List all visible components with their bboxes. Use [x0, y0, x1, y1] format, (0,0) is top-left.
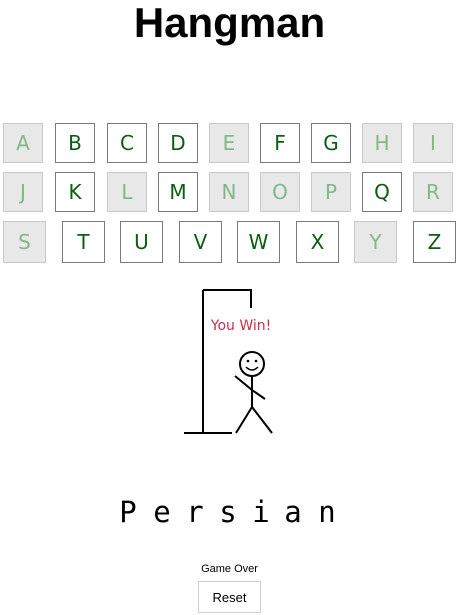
letter-key-z[interactable]: Z: [413, 221, 456, 263]
game-status: Game Over: [201, 563, 258, 575]
letter-key-w[interactable]: W: [237, 221, 280, 263]
word-letter: e: [153, 495, 171, 529]
figure-right-arm: [251, 389, 266, 400]
reset-button[interactable]: Reset: [198, 581, 261, 613]
letter-key-e: E: [209, 123, 249, 163]
keyboard-row: ABCDEFGHI: [0, 123, 459, 166]
figure-left-arm: [234, 375, 253, 391]
letter-key-m[interactable]: M: [158, 172, 198, 212]
letter-key-c[interactable]: C: [107, 123, 147, 163]
word-letter: r: [186, 495, 204, 529]
letter-key-y: Y: [354, 221, 397, 263]
letter-key-r: R: [413, 172, 453, 212]
letter-key-n: N: [209, 172, 249, 212]
letter-key-h: H: [362, 123, 402, 163]
stick-figure: [234, 351, 273, 434]
letter-key-u[interactable]: U: [120, 221, 163, 263]
letter-key-g[interactable]: G: [311, 123, 351, 163]
word-letter: s: [219, 495, 237, 529]
figure-eye-left: [246, 359, 250, 363]
letter-key-o: O: [260, 172, 300, 212]
word-letter: a: [284, 495, 302, 529]
letter-key-a: A: [3, 123, 43, 163]
guessed-word: Persian: [0, 494, 459, 534]
letter-key-d[interactable]: D: [158, 123, 198, 163]
letter-key-f[interactable]: F: [260, 123, 300, 163]
letter-key-q[interactable]: Q: [362, 172, 402, 212]
figure-smile: [245, 366, 259, 371]
letter-key-x[interactable]: X: [296, 221, 339, 263]
letter-key-k[interactable]: K: [55, 172, 95, 212]
result-message: You Win!: [210, 318, 272, 334]
figure-eye-right: [254, 359, 258, 363]
letter-key-t[interactable]: T: [62, 221, 105, 263]
figure-head: [239, 351, 265, 377]
letter-key-l: L: [107, 172, 147, 212]
figure-left-leg: [235, 406, 253, 434]
figure-right-leg: [251, 406, 273, 434]
page-title: Hangman: [133, 0, 326, 46]
word-letter: P: [119, 495, 137, 529]
letter-key-v[interactable]: V: [179, 221, 222, 263]
letter-key-s: S: [3, 221, 46, 263]
keyboard-row: STUVWXYZ: [0, 221, 459, 264]
keyboard-row: JKLMNOPQR: [0, 172, 459, 215]
letter-key-b[interactable]: B: [55, 123, 95, 163]
letter-key-p: P: [311, 172, 351, 212]
word-letter: n: [318, 495, 336, 529]
letter-key-i: I: [413, 123, 453, 163]
letter-key-j: J: [3, 172, 43, 212]
word-letter: i: [252, 495, 270, 529]
